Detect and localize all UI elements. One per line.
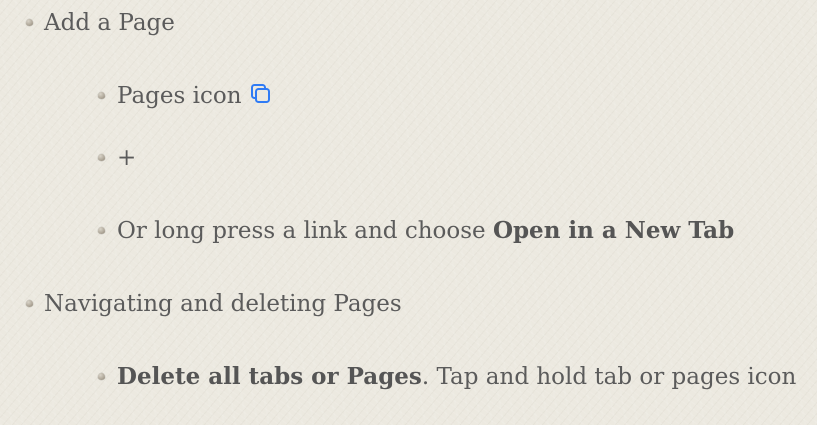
pages-icon xyxy=(250,81,272,103)
bullet-icon xyxy=(98,92,105,99)
outline-item-label: Navigating and deleting Pages xyxy=(44,291,402,317)
outline-item-add-page: Add a Page xyxy=(44,6,175,40)
outline-item-emphasis: Open in a New Tab xyxy=(492,217,735,244)
bullet-icon xyxy=(26,300,33,307)
outline-item-plus: + xyxy=(117,141,136,175)
outline-item-label: + xyxy=(117,145,137,171)
outline-item-delete-all: Delete all tabs or Pages. Tap and hold t… xyxy=(117,360,807,394)
outline-item-pages-icon: Pages icon xyxy=(117,79,272,113)
bullet-icon xyxy=(26,19,33,26)
outline-item-emphasis: Delete all tabs or Pages xyxy=(117,363,422,390)
outline-item-long-press: Or long press a link and choose Open in … xyxy=(117,214,734,248)
outline-page: Add a Page Pages icon + Or long press a … xyxy=(0,0,817,425)
outline-item-label: . Tap and hold tab or pages icon xyxy=(421,364,797,390)
outline-item-navigate: Navigating and deleting Pages xyxy=(44,287,402,321)
outline-item-label: Add a Page xyxy=(44,10,175,36)
bullet-icon xyxy=(98,373,105,380)
outline-item-label: Pages icon xyxy=(117,83,242,109)
pages-icon-glyph xyxy=(250,84,270,103)
outline-item-label: Or long press a link and choose xyxy=(117,218,493,244)
bullet-icon xyxy=(98,227,105,234)
bullet-icon xyxy=(98,154,105,161)
